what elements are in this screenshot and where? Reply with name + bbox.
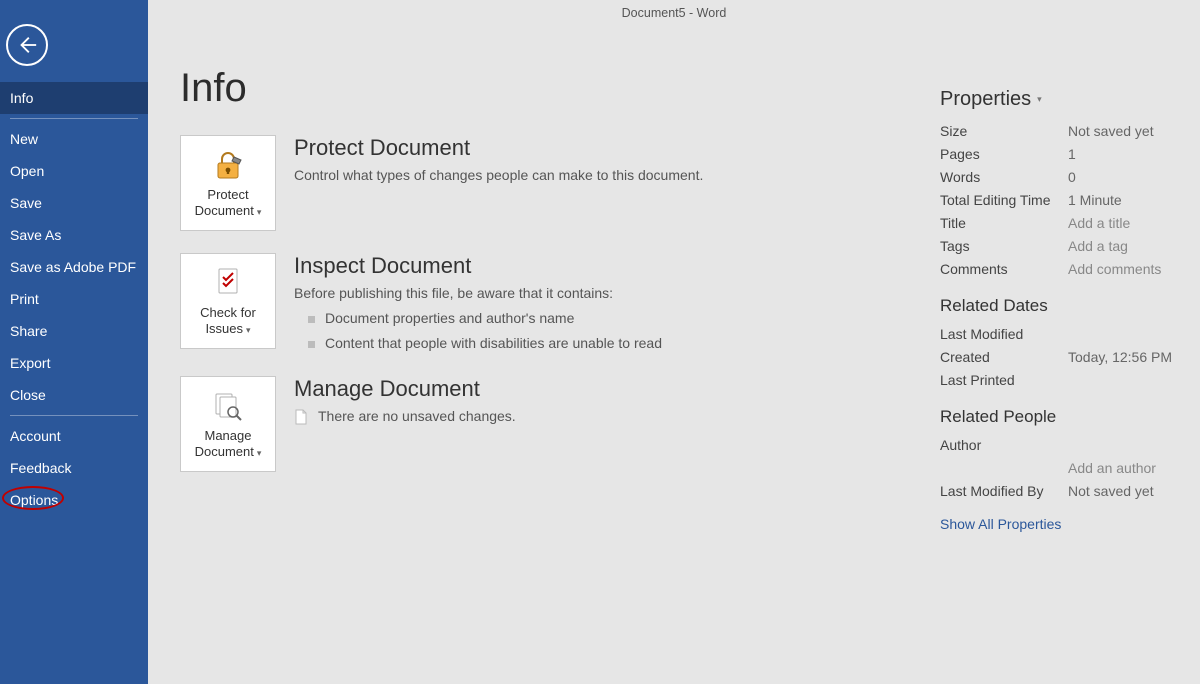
- info-left-column: Info Protect Document▾: [180, 26, 880, 532]
- section-protect: Protect Document▾ Protect Document Contr…: [180, 135, 880, 231]
- properties-panel: Properties▾ SizeNot saved yet Pages1 Wor…: [940, 26, 1190, 532]
- manage-document-button[interactable]: Manage Document▾: [180, 376, 276, 472]
- manage-desc: There are no unsaved changes.: [294, 406, 880, 427]
- prop-author-label: Author: [940, 437, 1068, 453]
- nav-save[interactable]: Save: [0, 187, 148, 219]
- manage-title: Manage Document: [294, 376, 880, 402]
- page-title: Info: [180, 66, 880, 111]
- nav-new[interactable]: New: [0, 123, 148, 155]
- manage-tile-label: Manage Document▾: [185, 428, 271, 459]
- nav-feedback[interactable]: Feedback: [0, 452, 148, 484]
- inspect-tile-label: Check for Issues▾: [185, 305, 271, 336]
- prop-size-label: Size: [940, 123, 1068, 139]
- related-people-heading: Related People: [940, 407, 1190, 427]
- inspect-title: Inspect Document: [294, 253, 880, 279]
- prop-title-label: Title: [940, 215, 1068, 231]
- prop-comments-value[interactable]: Add comments: [1068, 261, 1161, 277]
- protect-title: Protect Document: [294, 135, 880, 161]
- prop-last-modified-by-value: Not saved yet: [1068, 483, 1154, 499]
- prop-size-value: Not saved yet: [1068, 123, 1154, 139]
- nav-print[interactable]: Print: [0, 283, 148, 315]
- spacer: [940, 460, 1068, 476]
- properties-heading[interactable]: Properties▾: [940, 88, 1042, 111]
- nav-save-as-adobe-pdf[interactable]: Save as Adobe PDF: [0, 251, 148, 283]
- prop-tags-value[interactable]: Add a tag: [1068, 238, 1128, 254]
- back-button[interactable]: [6, 24, 48, 66]
- prop-pages-label: Pages: [940, 146, 1068, 162]
- nav-share[interactable]: Share: [0, 315, 148, 347]
- protect-document-button[interactable]: Protect Document▾: [180, 135, 276, 231]
- nav-options[interactable]: Options: [0, 484, 148, 516]
- document-check-icon: [210, 265, 246, 301]
- prop-last-modified-by-label: Last Modified By: [940, 483, 1068, 499]
- nav-open[interactable]: Open: [0, 155, 148, 187]
- protect-desc: Control what types of changes people can…: [294, 165, 880, 186]
- nav-close[interactable]: Close: [0, 379, 148, 411]
- nav-info[interactable]: Info: [0, 82, 148, 114]
- prop-pages-value: 1: [1068, 146, 1076, 162]
- check-for-issues-button[interactable]: Check for Issues▾: [180, 253, 276, 349]
- prop-words-label: Words: [940, 169, 1068, 185]
- prop-comments-label: Comments: [940, 261, 1068, 277]
- back-arrow-icon: [16, 34, 38, 56]
- related-dates-heading: Related Dates: [940, 296, 1190, 316]
- section-manage: Manage Document▾ Manage Document There a…: [180, 376, 880, 472]
- prop-last-modified-label: Last Modified: [940, 326, 1068, 342]
- documents-magnify-icon: [210, 388, 246, 424]
- app-root: Info New Open Save Save As Save as Adobe…: [0, 0, 1200, 684]
- protect-tile-label: Protect Document▾: [185, 187, 271, 218]
- add-author[interactable]: Add an author: [1068, 460, 1156, 476]
- nav-list: Info New Open Save Save As Save as Adobe…: [0, 82, 148, 516]
- nav-separator: [10, 118, 138, 119]
- prop-last-printed-label: Last Printed: [940, 372, 1068, 388]
- show-all-properties-link[interactable]: Show All Properties: [940, 516, 1061, 532]
- prop-created-value: Today, 12:56 PM: [1068, 349, 1172, 365]
- lock-icon: [210, 147, 246, 183]
- backstage-sidebar: Info New Open Save Save As Save as Adobe…: [0, 0, 148, 684]
- prop-editing-time-label: Total Editing Time: [940, 192, 1068, 208]
- prop-editing-time-value: 1 Minute: [1068, 192, 1122, 208]
- page-icon: [294, 409, 308, 425]
- nav-save-as[interactable]: Save As: [0, 219, 148, 251]
- section-inspect: Check for Issues▾ Inspect Document Befor…: [180, 253, 880, 354]
- inspect-desc: Before publishing this file, be aware th…: [294, 285, 613, 301]
- nav-account[interactable]: Account: [0, 420, 148, 452]
- prop-created-label: Created: [940, 349, 1068, 365]
- nav-export[interactable]: Export: [0, 347, 148, 379]
- window-title: Document5 - Word: [180, 0, 1168, 20]
- prop-title-value[interactable]: Add a title: [1068, 215, 1130, 231]
- inspect-item-1: Content that people with disabilities ar…: [294, 333, 880, 354]
- main-area: Document5 - Word Info Prote: [148, 0, 1200, 684]
- prop-tags-label: Tags: [940, 238, 1068, 254]
- prop-words-value: 0: [1068, 169, 1076, 185]
- nav-separator: [10, 415, 138, 416]
- inspect-desc-wrap: Before publishing this file, be aware th…: [294, 283, 880, 354]
- inspect-item-0: Document properties and author's name: [294, 308, 880, 329]
